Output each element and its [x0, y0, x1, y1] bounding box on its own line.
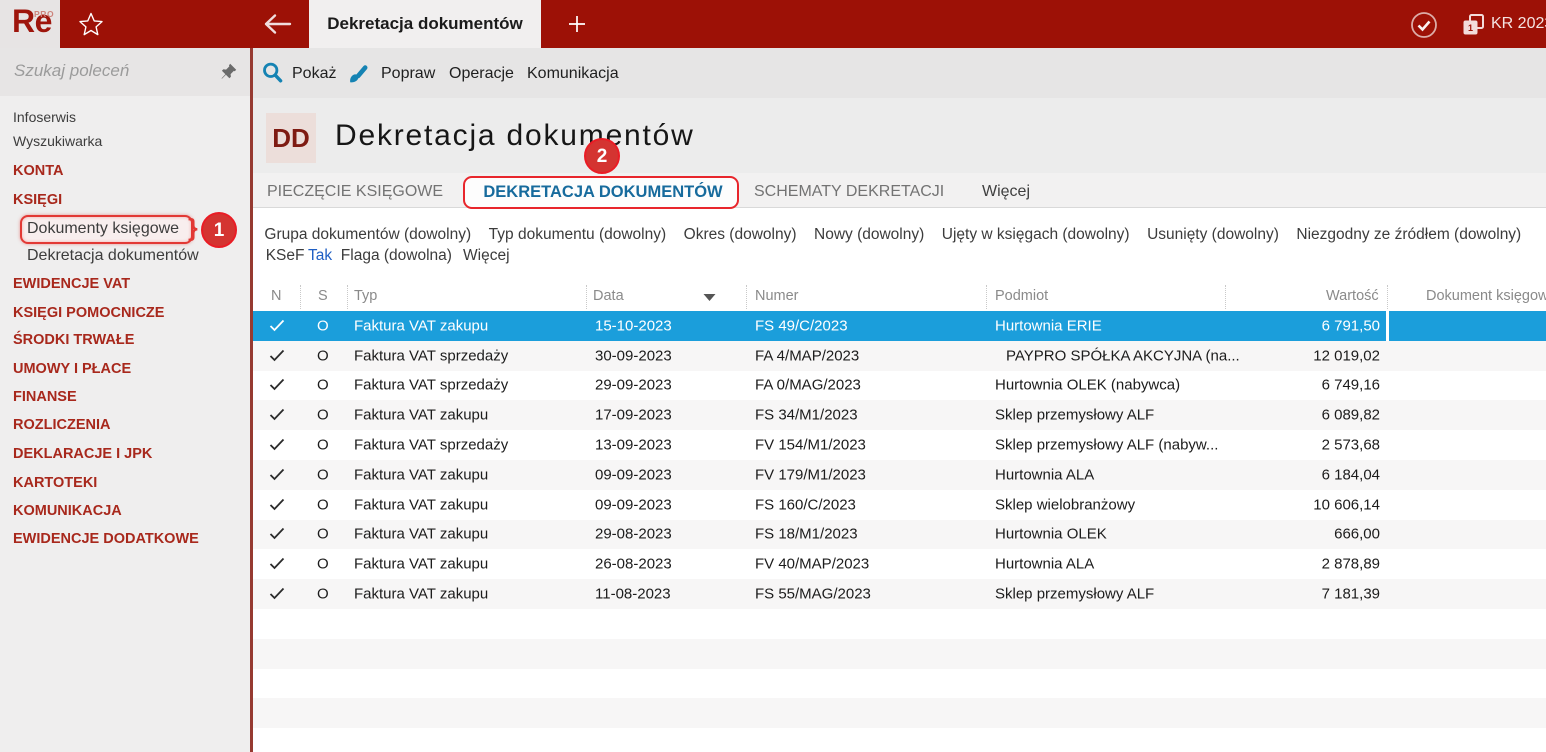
svg-text:1: 1 [1468, 23, 1473, 33]
